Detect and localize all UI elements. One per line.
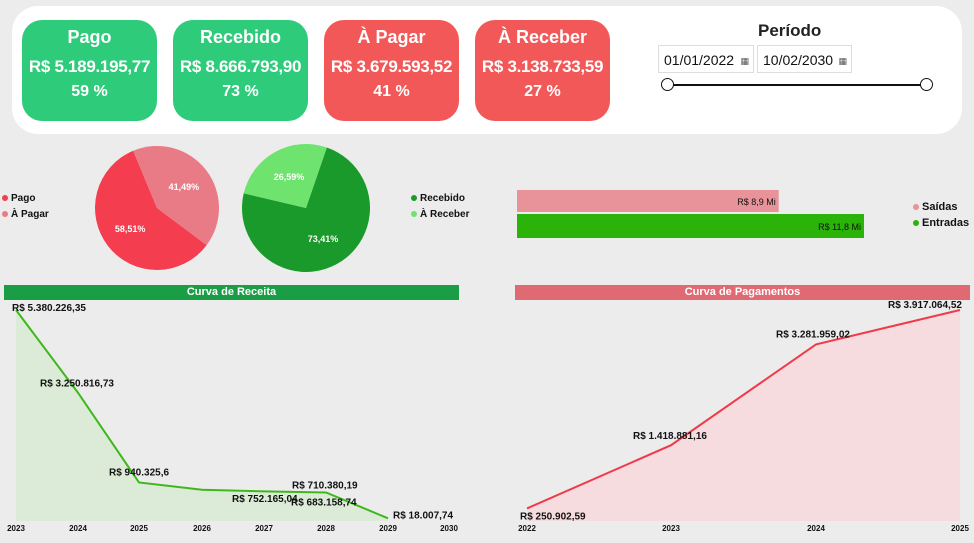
receita-x-tick: 2028 [317, 524, 335, 533]
receita-x-tick: 2023 [7, 524, 25, 533]
receita-data-label: R$ 940.325,6 [109, 467, 169, 478]
receita-data-label: R$ 5.380.226,35 [12, 303, 86, 314]
receita-data-label: R$ 18.007,74 [393, 510, 453, 521]
receita-data-label: R$ 3.250.816,73 [40, 379, 114, 390]
receita-data-label: R$ 710.380,19 [292, 480, 358, 491]
pagamentos-data-label: R$ 1.418.881,16 [633, 431, 707, 442]
receita-data-label: R$ 752.165,04 [232, 494, 298, 505]
pagamentos-area [527, 310, 960, 521]
receita-data-label: R$ 683.158,74 [291, 497, 357, 508]
pagamentos-x-tick: 2024 [807, 524, 825, 533]
receita-x-tick: 2029 [379, 524, 397, 533]
receita-x-tick: 2030 [440, 524, 458, 533]
receita-x-tick: 2026 [193, 524, 211, 533]
pagamentos-x-tick: 2022 [518, 524, 536, 533]
charts-canvas: 58,51% 41,49% 73,41% 26,59% R$ 8,9 Mi R$ 11,8… [7, 144, 969, 533]
pie-slice-label: 73,41% [308, 234, 339, 244]
pie-slice-label: 58,51% [115, 224, 146, 234]
pagamentos-x-tick: 2025 [951, 524, 969, 533]
pie-slice-label: 26,59% [274, 172, 305, 182]
bar-value-label: R$ 8,9 Mi [737, 197, 776, 207]
pie-slice-label: 41,49% [169, 182, 200, 192]
pagamentos-data-label: R$ 250.902,59 [520, 511, 586, 522]
receita-x-tick: 2027 [255, 524, 273, 533]
bar-entradas [517, 214, 864, 238]
receita-x-tick: 2025 [130, 524, 148, 533]
pagamentos-data-label: R$ 3.281.959,02 [776, 329, 850, 340]
pagamentos-x-tick: 2023 [662, 524, 680, 533]
pagamentos-data-label: R$ 3.917.064,52 [888, 300, 962, 311]
receita-x-tick: 2024 [69, 524, 87, 533]
bar-value-label: R$ 11,8 Mi [818, 222, 861, 232]
